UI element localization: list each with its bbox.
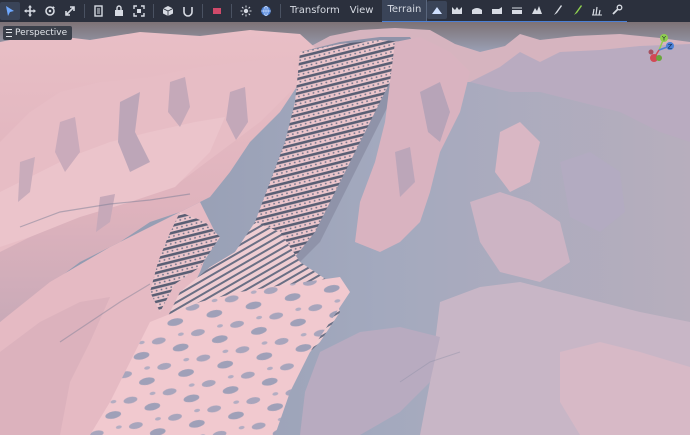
flatten-icon[interactable] bbox=[487, 1, 507, 19]
snap-icon[interactable] bbox=[178, 2, 198, 20]
smooth-icon[interactable] bbox=[467, 1, 487, 19]
terrain-render[interactable] bbox=[0, 22, 690, 435]
terrain-toolbar: Terrain bbox=[382, 0, 628, 23]
toolbar-separator bbox=[202, 4, 203, 18]
toolbar-separator bbox=[84, 4, 85, 18]
lower-icon[interactable] bbox=[447, 1, 467, 19]
toolbar-separator bbox=[280, 4, 281, 18]
orientation-gizmo[interactable]: Y Z bbox=[642, 32, 676, 66]
color-icon[interactable] bbox=[567, 1, 587, 19]
group-icon[interactable] bbox=[129, 2, 149, 20]
terrain-menu[interactable]: Terrain bbox=[382, 0, 428, 21]
tag-icon[interactable] bbox=[207, 2, 227, 20]
view-menu[interactable]: View bbox=[345, 0, 379, 22]
hamburger-icon bbox=[6, 29, 12, 37]
scale-icon[interactable] bbox=[60, 2, 80, 20]
main-toolbar: Transform View Terrain bbox=[0, 0, 690, 23]
sun-icon[interactable] bbox=[236, 2, 256, 20]
svg-text:Y: Y bbox=[661, 35, 666, 43]
neg-x-axis-icon bbox=[648, 49, 654, 55]
lock-icon[interactable] bbox=[109, 2, 129, 20]
cube-icon[interactable] bbox=[158, 2, 178, 20]
transform-menu[interactable]: Transform bbox=[285, 0, 345, 22]
list-icon[interactable] bbox=[89, 2, 109, 20]
rotate-icon[interactable] bbox=[40, 2, 60, 20]
svg-text:Z: Z bbox=[668, 43, 673, 51]
move-icon[interactable] bbox=[20, 2, 40, 20]
raise-icon[interactable] bbox=[427, 1, 448, 19]
paint-icon[interactable] bbox=[547, 1, 567, 19]
erode-icon[interactable] bbox=[527, 1, 547, 19]
neg-y-axis-icon bbox=[656, 55, 662, 61]
globe-icon[interactable] bbox=[256, 2, 276, 20]
select-icon[interactable] bbox=[0, 2, 20, 20]
ramp-icon[interactable] bbox=[507, 1, 527, 19]
perspective-label: Perspective bbox=[15, 28, 68, 38]
perspective-menu[interactable]: Perspective bbox=[3, 26, 73, 40]
settings-icon[interactable] bbox=[607, 1, 627, 19]
toolbar-separator bbox=[153, 4, 154, 18]
grass-icon[interactable] bbox=[587, 1, 607, 19]
editor-window: Transform View Terrain Perspective Y Z bbox=[0, 0, 690, 435]
toolbar-separator bbox=[231, 4, 232, 18]
3d-viewport[interactable]: Perspective Y Z bbox=[0, 22, 690, 435]
